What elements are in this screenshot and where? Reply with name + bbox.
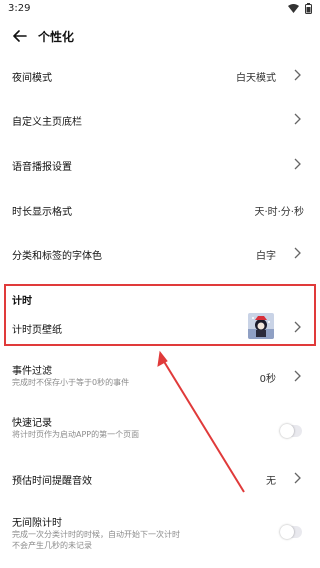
toggle-knob	[280, 424, 294, 438]
back-arrow-icon	[13, 30, 27, 42]
setting-label-font-color[interactable]: 分类和标签的字体色 白字	[0, 238, 320, 268]
battery-icon	[305, 3, 312, 17]
setting-voice-broadcast[interactable]: 语音播报设置	[0, 149, 320, 179]
page-title: 个性化	[38, 30, 75, 44]
status-icons	[288, 3, 312, 17]
status-bar: 3:29	[0, 0, 320, 18]
setting-quick-record: 快速记录 将计时页作为启动APP的第一个页面	[0, 412, 320, 446]
setting-description: 完成时不保存小于等于0秒的事件	[12, 378, 130, 387]
setting-label: 事件过滤	[12, 366, 52, 377]
setting-night-mode[interactable]: 夜间模式 白天模式	[0, 60, 320, 90]
chevron-right-icon	[294, 113, 301, 125]
quick-record-toggle[interactable]	[280, 424, 302, 438]
setting-value: 白字	[256, 251, 276, 262]
setting-label: 时长显示格式	[12, 207, 72, 218]
setting-label: 计时页壁纸	[12, 325, 62, 336]
setting-custom-bottom-bar[interactable]: 自定义主页底栏	[0, 104, 320, 134]
setting-label: 快速记录	[12, 418, 52, 429]
chevron-right-icon	[294, 370, 301, 382]
setting-description: 不会产生几秒的未记录	[12, 541, 92, 550]
chevron-right-icon	[294, 158, 301, 170]
setting-value: 0秒	[259, 374, 276, 385]
chevron-right-icon	[294, 69, 301, 81]
setting-description: 将计时页作为启动APP的第一个页面	[12, 430, 140, 439]
chevron-right-icon	[294, 247, 301, 259]
wifi-icon	[288, 4, 299, 16]
setting-label: 无间隙计时	[12, 518, 62, 529]
setting-label: 预估时间提醒音效	[12, 476, 92, 487]
setting-description: 完成一次分类计时的时候，自动开始下一次计时	[12, 530, 180, 539]
seamless-timing-toggle[interactable]	[280, 525, 302, 539]
section-title-timing: 计时	[12, 296, 32, 307]
chevron-right-icon	[294, 472, 301, 484]
wallpaper-thumbnail[interactable]	[248, 313, 274, 339]
setting-label: 分类和标签的字体色	[12, 251, 102, 262]
setting-seamless-timing: 无间隙计时 完成一次分类计时的时候，自动开始下一次计时 不会产生几秒的未记录	[0, 512, 320, 558]
back-button[interactable]	[10, 26, 30, 46]
setting-value: 天·时·分·秒	[254, 207, 304, 218]
chevron-right-icon	[294, 321, 301, 333]
setting-estimate-sound[interactable]: 预估时间提醒音效 无	[0, 464, 320, 494]
setting-event-filter[interactable]: 事件过滤 完成时不保存小于等于0秒的事件 0秒	[0, 360, 320, 394]
page-header: 个性化	[0, 22, 320, 50]
status-time: 3:29	[8, 3, 31, 14]
setting-duration-format[interactable]: 时长显示格式 天·时·分·秒	[0, 194, 320, 224]
setting-label: 语音播报设置	[12, 162, 72, 173]
setting-label: 自定义主页底栏	[12, 117, 82, 128]
setting-value: 白天模式	[236, 73, 276, 84]
toggle-knob	[280, 525, 294, 539]
setting-label: 夜间模式	[12, 73, 52, 84]
setting-value: 无	[266, 476, 276, 487]
